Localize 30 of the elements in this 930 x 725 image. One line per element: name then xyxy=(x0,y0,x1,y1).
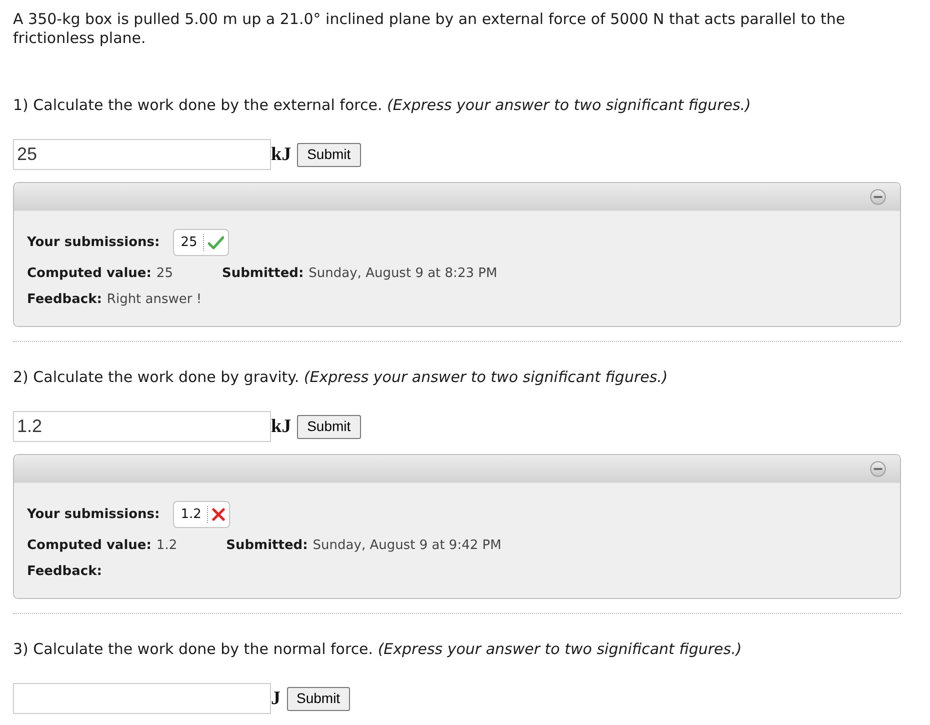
field-value: Sunday, August 9 at 9:42 PM xyxy=(312,537,502,554)
collapse-icon[interactable] xyxy=(870,460,886,476)
field-value: 25 xyxy=(156,265,173,282)
field-value: Sunday, August 9 at 8:23 PM xyxy=(308,265,498,282)
submit-button[interactable]: Submit xyxy=(297,142,361,166)
field-label: Computed value: xyxy=(27,537,152,554)
field-label: Feedback: xyxy=(27,563,102,580)
field-value: Right answer ! xyxy=(106,291,202,308)
field-value: 1.2 xyxy=(156,537,178,554)
problem-text: A 350-kg box is pulled 5.00 m up a 21.0° inclined plane by an external force of 5000 N that acts parallel to the frictionless plane. xyxy=(13,10,846,48)
answer-input[interactable]: 25 xyxy=(13,139,271,170)
collapse-icon[interactable] xyxy=(870,188,886,204)
field-label: Submitted: xyxy=(222,265,304,282)
answer-input[interactable]: 1.2 xyxy=(13,411,271,442)
answer-input[interactable] xyxy=(13,683,271,714)
submit-button[interactable]: Submit xyxy=(286,686,350,710)
submit-button[interactable]: Submit xyxy=(297,414,361,438)
field-label: Computed value: xyxy=(27,265,152,282)
question-text: 3) Calculate the work done by the normal force. (Express your answer to two significant figures.) xyxy=(13,640,743,659)
field-label: Feedback: xyxy=(27,291,102,308)
question-text: 1) Calculate the work done by the external force. (Express your answer to two significant figures.) xyxy=(13,96,752,115)
question-text: 2) Calculate the work done by gravity. (Express your answer to two significant figures.) xyxy=(13,368,669,387)
unit-label: J xyxy=(271,688,280,710)
field-label: Submitted: xyxy=(226,537,308,554)
submission-value: 1.2 xyxy=(180,506,202,523)
unit-label: kJ xyxy=(271,144,292,166)
unit-label: kJ xyxy=(271,416,292,438)
submissions-label: Your submissions: xyxy=(27,506,160,523)
submission-value: 25 xyxy=(180,234,198,251)
submissions-label: Your submissions: xyxy=(27,234,160,251)
